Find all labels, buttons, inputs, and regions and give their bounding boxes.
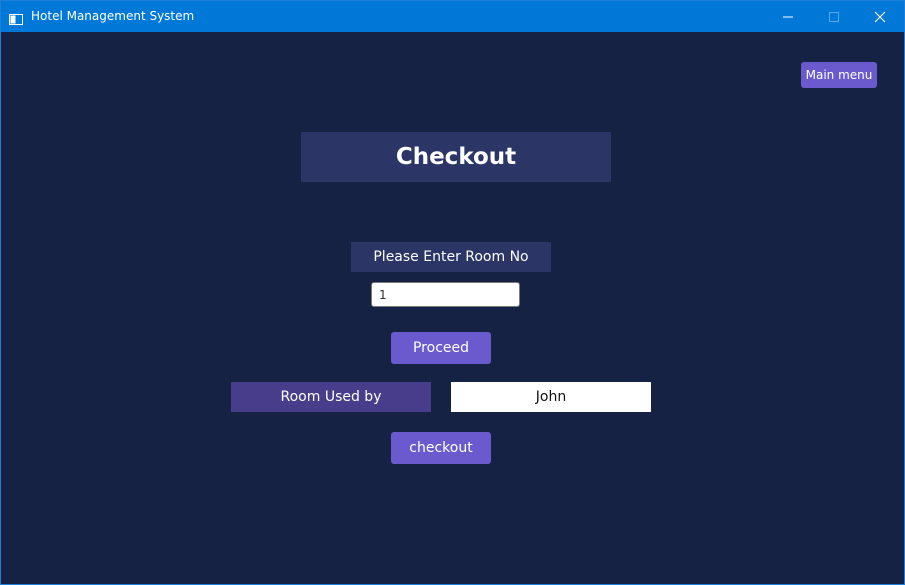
window-title: Hotel Management System — [31, 9, 195, 23]
checkout-page: Main menu Checkout Please Enter Room No … — [1, 32, 904, 584]
main-menu-button[interactable]: Main menu — [801, 62, 877, 88]
maximize-button[interactable] — [811, 1, 857, 32]
page-title: Checkout — [301, 132, 611, 182]
checkout-button[interactable]: checkout — [391, 432, 491, 464]
minimize-button[interactable] — [765, 1, 811, 32]
room-number-label: Please Enter Room No — [351, 242, 551, 272]
close-button[interactable] — [857, 1, 903, 32]
room-number-input[interactable] — [371, 282, 520, 307]
room-used-by-label: Room Used by — [231, 382, 431, 412]
room-used-by-value: John — [451, 382, 651, 412]
title-bar[interactable]: Hotel Management System — [1, 1, 904, 32]
app-window-icon — [9, 10, 23, 25]
app-window: Hotel Management System Main menu Checko… — [0, 0, 905, 585]
proceed-button[interactable]: Proceed — [391, 332, 491, 364]
